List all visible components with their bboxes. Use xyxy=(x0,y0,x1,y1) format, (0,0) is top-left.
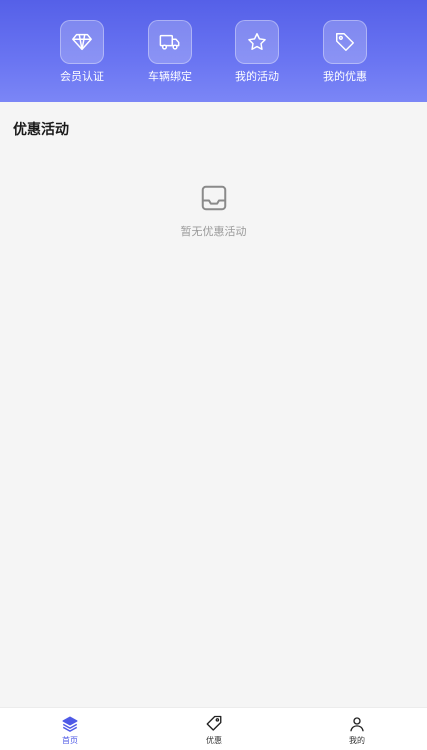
inbox-icon xyxy=(201,185,226,211)
tab-label: 我的 xyxy=(349,736,365,745)
shortcut-icon-box xyxy=(323,20,367,64)
diamond-icon xyxy=(72,33,92,51)
shortcut-label: 我的优惠 xyxy=(323,70,367,83)
shortcut-label: 会员认证 xyxy=(60,70,104,83)
empty-state: 暂无优惠活动 xyxy=(0,183,427,239)
shortcut-my-discounts[interactable]: 我的优惠 xyxy=(305,20,385,90)
shortcut-my-activities[interactable]: 我的活动 xyxy=(217,20,297,90)
shortcut-label: 车辆绑定 xyxy=(148,70,192,83)
tab-mine[interactable]: 我的 xyxy=(327,715,387,749)
tag-icon xyxy=(206,715,222,731)
shortcut-label: 我的活动 xyxy=(235,70,279,83)
layers-icon xyxy=(62,716,78,732)
star-icon xyxy=(248,33,266,50)
tab-discounts[interactable]: 优惠 xyxy=(184,715,244,749)
truck-icon xyxy=(159,34,180,50)
empty-state-text: 暂无优惠活动 xyxy=(180,225,247,238)
shortcut-member-verification[interactable]: 会员认证 xyxy=(42,20,122,90)
shortcut-icon-box xyxy=(148,20,192,64)
header-banner: 会员认证 车辆绑定 我的活动 我的优惠 xyxy=(0,0,427,102)
tab-label: 首页 xyxy=(62,736,78,745)
shortcut-vehicle-binding[interactable]: 车辆绑定 xyxy=(130,20,210,90)
shortcut-icon-box xyxy=(60,20,104,64)
tab-home[interactable]: 首页 xyxy=(40,715,100,749)
shortcut-icon-box xyxy=(235,20,279,64)
section-title: 优惠活动 xyxy=(13,122,69,138)
user-icon xyxy=(350,717,364,732)
tab-label: 优惠 xyxy=(206,736,222,745)
bottom-tab-bar: 首页 优惠 我的 xyxy=(0,707,427,750)
tag-icon xyxy=(336,33,354,51)
